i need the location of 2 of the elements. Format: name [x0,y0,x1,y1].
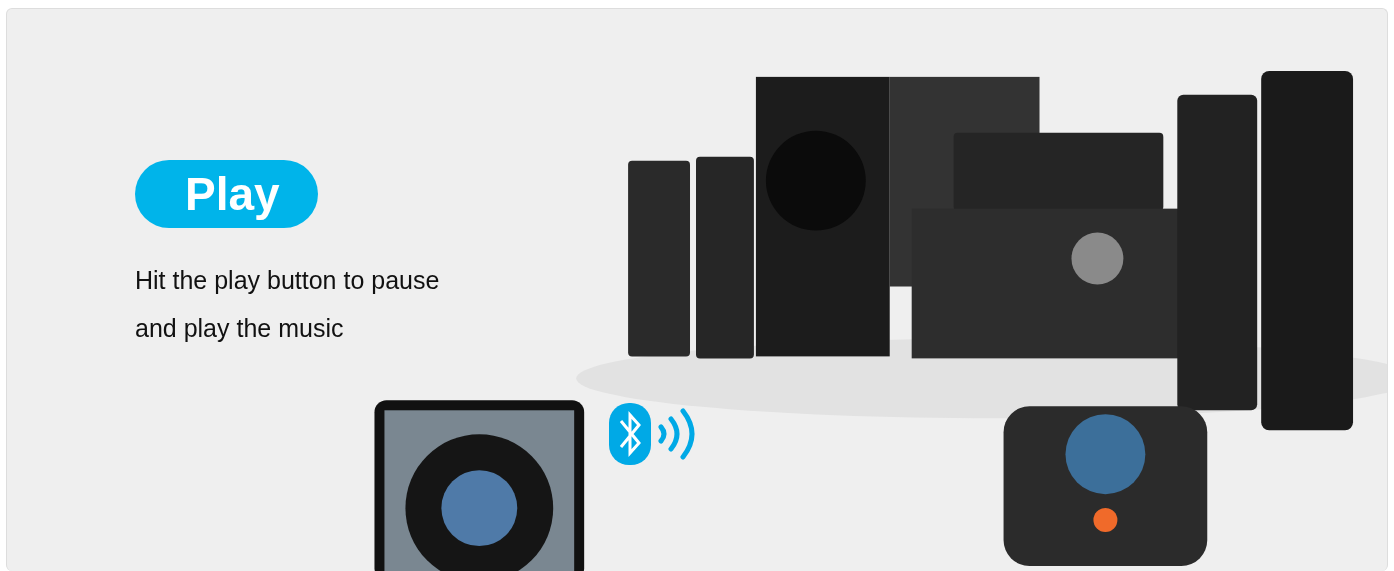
description: Hit the play button to pause and play the music [135,265,441,344]
heading: Play [135,160,318,228]
